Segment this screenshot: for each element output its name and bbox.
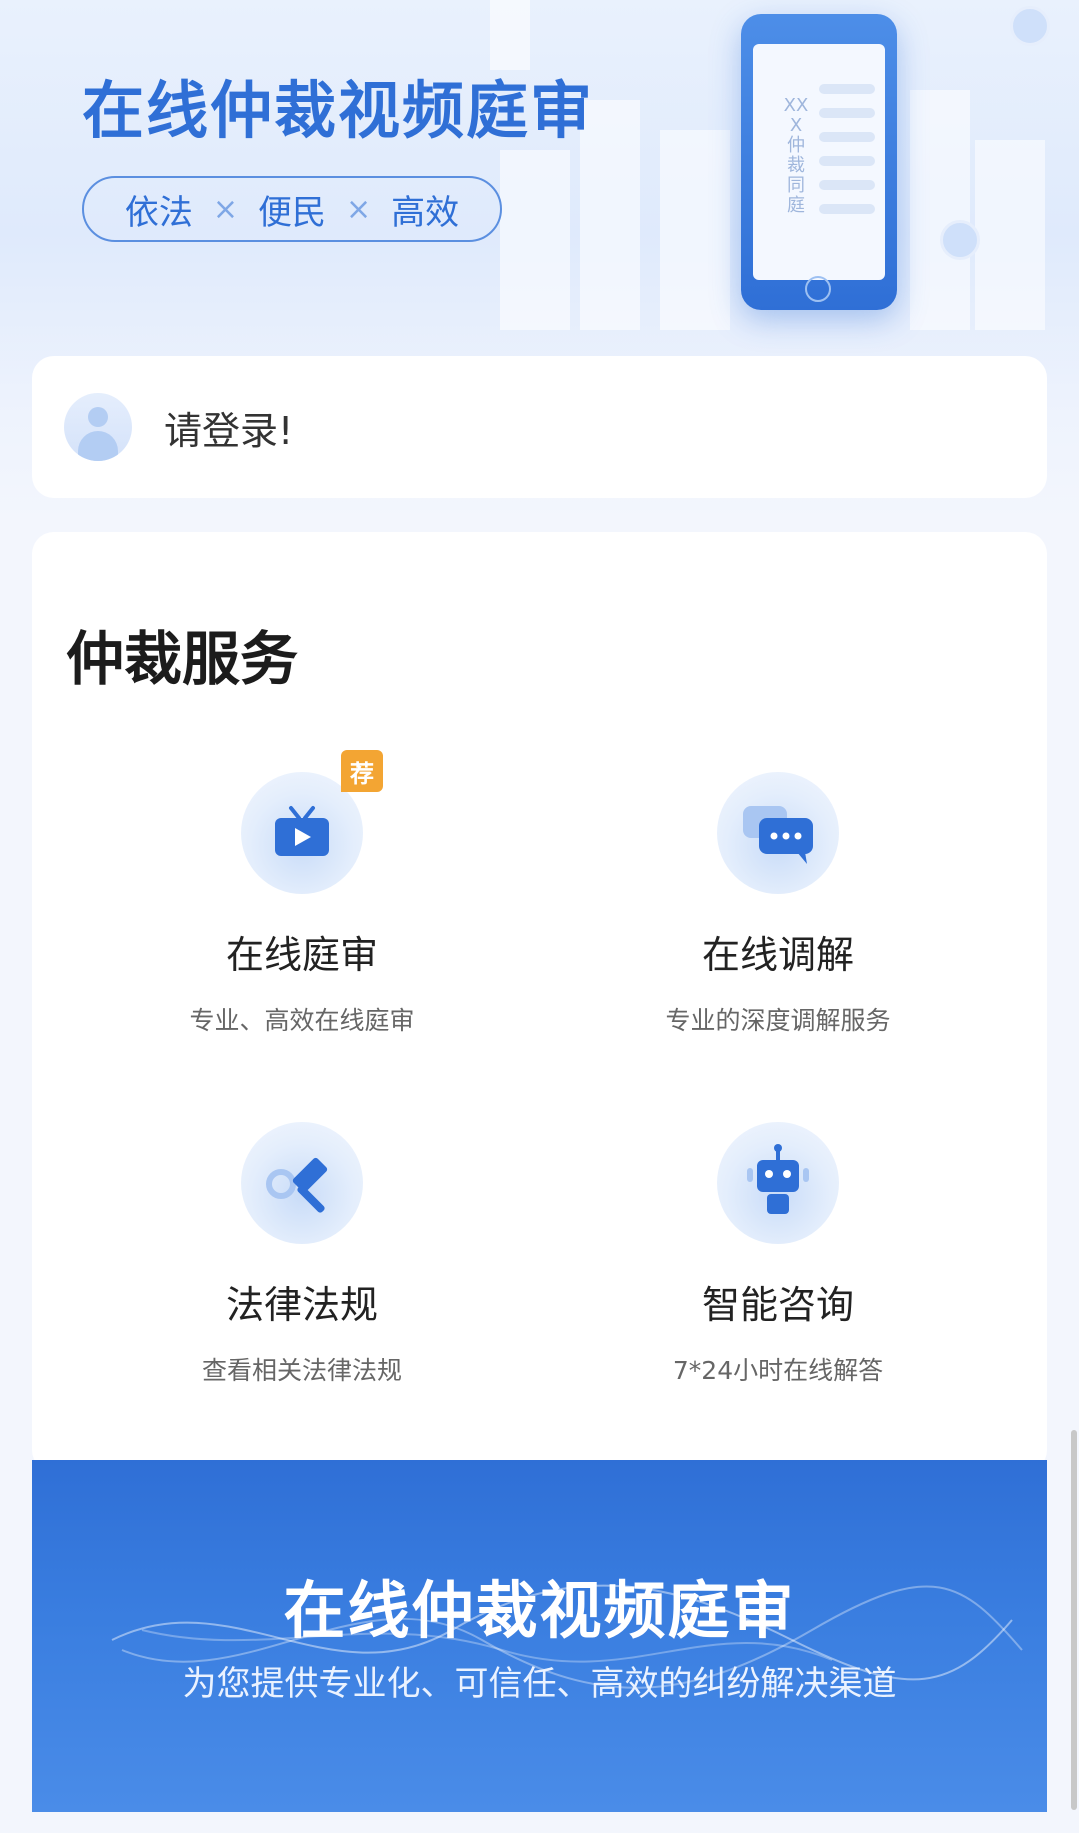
service-desc: 查看相关法律法规 — [201, 1356, 402, 1385]
service-smart-consult[interactable]: 智能咨询 7*24小时在线解答 — [578, 1122, 978, 1387]
phone-screen-text: XXX仲裁同庭 — [783, 95, 809, 216]
tag-label: 便民 — [258, 192, 326, 233]
login-prompt[interactable]: 请登录! — [164, 400, 293, 455]
service-laws[interactable]: 法律法规 查看相关法律法规 — [102, 1122, 502, 1387]
coin-decoration — [940, 220, 980, 260]
recommend-badge: 荐 — [341, 750, 383, 792]
section-title: 仲裁服务 — [66, 625, 299, 693]
building-decoration — [910, 90, 970, 330]
service-desc: 专业、高效在线庭审 — [189, 1006, 415, 1035]
service-name: 在线庭审 — [225, 933, 378, 977]
gavel-search-icon — [241, 1122, 363, 1244]
phone-screen: XXX仲裁同庭 — [753, 44, 885, 280]
service-online-hearing[interactable]: 荐 在线庭审 专业、高效在线庭审 — [102, 750, 502, 1037]
robot-icon — [717, 1122, 839, 1244]
login-card[interactable]: 请登录! — [32, 356, 1047, 498]
service-online-mediation[interactable]: 在线调解 专业的深度调解服务 — [578, 772, 978, 1037]
separator-icon: × — [346, 191, 372, 227]
scrollbar[interactable] — [1071, 1430, 1077, 1810]
tv-play-icon: 荐 — [241, 750, 383, 894]
service-desc: 7*24小时在线解答 — [672, 1356, 884, 1385]
phone-home-button — [805, 276, 831, 302]
banner-title: 在线仲裁视频庭审 — [283, 1574, 796, 1647]
service-name: 在线调解 — [701, 933, 854, 977]
avatar — [64, 393, 132, 461]
hero-title: 在线仲裁视频庭审 — [82, 74, 595, 147]
services-card: 仲裁服务 荐 在线庭审 专业、高效在线庭审 在线调解 专业的深度调解服务 法律法… — [32, 532, 1047, 1472]
tagline-pill: 依法 × 便民 × 高效 — [82, 176, 502, 242]
separator-icon: × — [212, 191, 238, 227]
building-decoration — [500, 150, 570, 330]
tag-label: 高效 — [391, 192, 460, 233]
tag-label: 依法 — [124, 192, 193, 233]
coin-decoration — [1010, 6, 1050, 46]
service-desc: 专业的深度调解服务 — [665, 1006, 891, 1035]
service-name: 法律法规 — [225, 1283, 378, 1327]
banner-subtitle: 为您提供专业化、可信任、高效的纠纷解决渠道 — [182, 1664, 897, 1704]
phone-illustration: XXX仲裁同庭 — [741, 14, 897, 310]
service-name: 智能咨询 — [701, 1283, 854, 1327]
promo-banner[interactable]: 在线仲裁视频庭审 为您提供专业化、可信任、高效的纠纷解决渠道 — [32, 1460, 1047, 1812]
building-decoration — [660, 130, 730, 330]
building-decoration — [975, 140, 1045, 330]
chat-bubbles-icon — [717, 772, 839, 894]
